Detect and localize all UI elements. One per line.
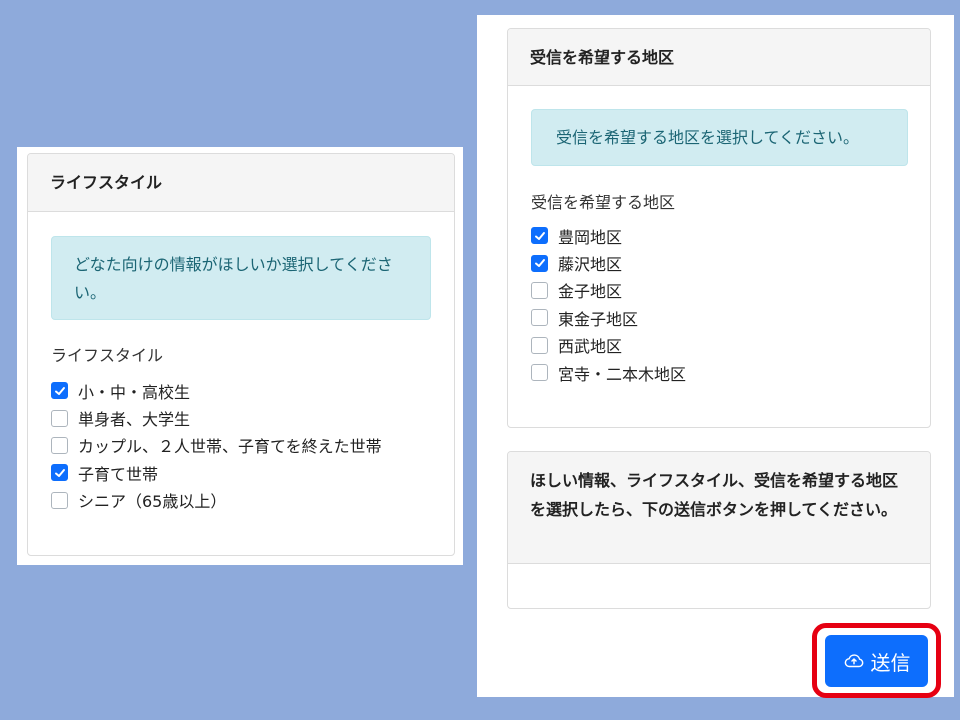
checkbox[interactable] — [531, 227, 548, 245]
option-label: シニア（65歳以上） — [78, 492, 227, 512]
lifestyle-option[interactable]: カップル、２人世帯、子育てを終えた世帯 — [51, 432, 441, 459]
district-card: 受信を希望する地区 受信を希望する地区を選択してください。 受信を希望する地区 … — [507, 28, 931, 428]
lifestyle-options: 小・中・高校生 単身者、大学生 カップル、２人世帯、子育てを終えた世帯 子育て世… — [51, 377, 441, 514]
checkbox[interactable] — [51, 409, 68, 427]
checkbox[interactable] — [531, 254, 548, 272]
checkbox[interactable] — [531, 309, 548, 327]
cloud-upload-icon — [844, 654, 863, 668]
district-card-header: 受信を希望する地区 — [508, 29, 930, 86]
lifestyle-option[interactable]: 子育て世帯 — [51, 459, 441, 486]
district-option[interactable]: 宮寺・二本木地区 — [531, 359, 911, 386]
lifestyle-option[interactable]: 小・中・高校生 — [51, 377, 441, 404]
option-label: 宮寺・二本木地区 — [558, 364, 687, 384]
instruction-text: ほしい情報、ライフスタイル、受信を希望する地区を選択したら、下の送信ボタンを押し… — [508, 452, 930, 564]
lifestyle-option[interactable]: 単身者、大学生 — [51, 404, 441, 431]
lifestyle-card: ライフスタイル どなた向けの情報がほしいか選択してください。 ライフスタイル 小… — [27, 153, 455, 556]
lifestyle-option[interactable]: シニア（65歳以上） — [51, 487, 441, 514]
district-option[interactable]: 金子地区 — [531, 277, 911, 304]
checkbox[interactable] — [51, 491, 68, 509]
checkbox[interactable] — [531, 364, 548, 382]
send-button[interactable]: 送信 — [825, 635, 928, 687]
checkbox[interactable] — [531, 281, 548, 299]
send-button-highlight: 送信 — [812, 623, 941, 698]
district-option[interactable]: 豊岡地区 — [531, 222, 911, 249]
option-label: 藤沢地区 — [558, 255, 623, 275]
district-options: 豊岡地区 藤沢地区 金子地区 東金子地区 西武地区 宮寺・二本木地区 — [531, 222, 911, 386]
lifestyle-alert: どなた向けの情報がほしいか選択してください。 — [51, 236, 431, 320]
checkbox[interactable] — [51, 382, 68, 400]
option-label: カップル、２人世帯、子育てを終えた世帯 — [78, 437, 382, 457]
district-option[interactable]: 藤沢地区 — [531, 249, 911, 276]
lifestyle-card-header: ライフスタイル — [28, 154, 454, 212]
option-label: 子育て世帯 — [78, 464, 159, 484]
option-label: 金子地区 — [558, 282, 623, 302]
send-button-label: 送信 — [870, 650, 911, 675]
district-option[interactable]: 東金子地区 — [531, 304, 911, 331]
option-label: 東金子地区 — [558, 309, 639, 329]
checkbox[interactable] — [51, 464, 68, 482]
option-label: 単身者、大学生 — [78, 410, 191, 430]
option-label: 西武地区 — [558, 337, 623, 357]
district-option[interactable]: 西武地区 — [531, 332, 911, 359]
district-panel: 受信を希望する地区 受信を希望する地区を選択してください。 受信を希望する地区 … — [477, 15, 954, 697]
option-label: 豊岡地区 — [558, 227, 623, 247]
lifestyle-panel: ライフスタイル どなた向けの情報がほしいか選択してください。 ライフスタイル 小… — [17, 147, 463, 565]
district-alert: 受信を希望する地区を選択してください。 — [531, 109, 908, 166]
option-label: 小・中・高校生 — [78, 382, 191, 402]
lifestyle-group-label: ライフスタイル — [51, 346, 164, 365]
checkbox[interactable] — [531, 336, 548, 354]
checkbox[interactable] — [51, 436, 68, 454]
district-group-label: 受信を希望する地区 — [531, 193, 676, 212]
instruction-card: ほしい情報、ライフスタイル、受信を希望する地区を選択したら、下の送信ボタンを押し… — [507, 451, 931, 609]
